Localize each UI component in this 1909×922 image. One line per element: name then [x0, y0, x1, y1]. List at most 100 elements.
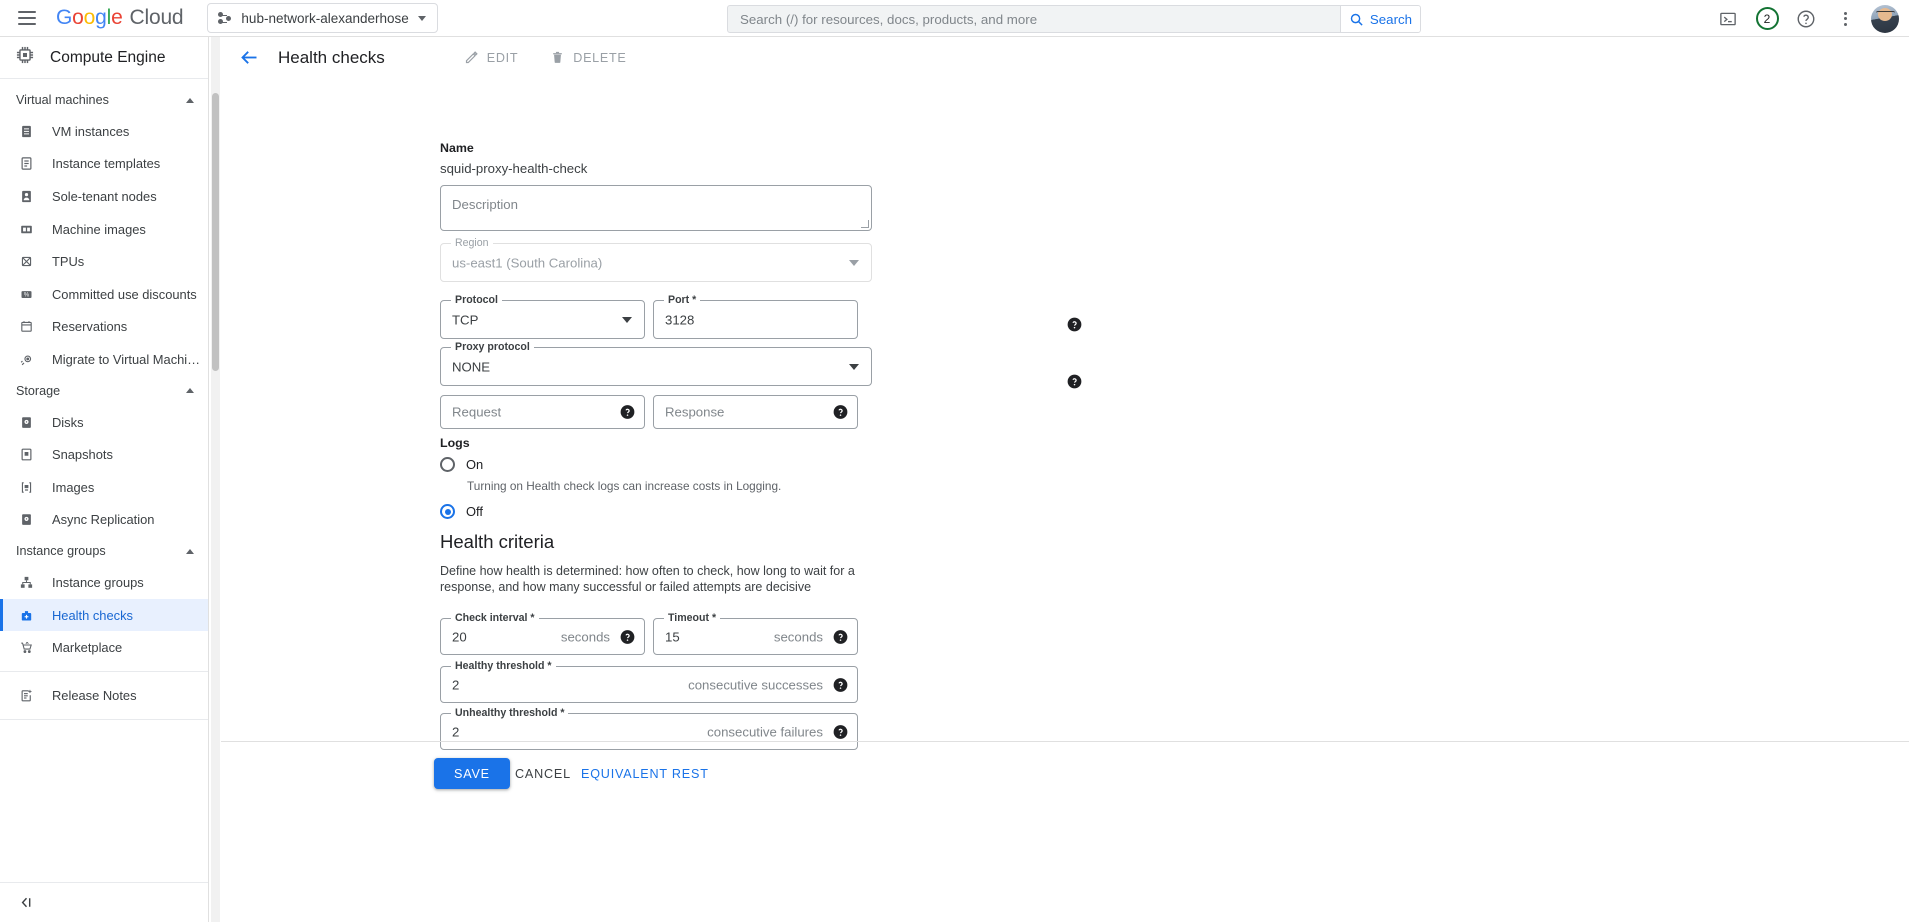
top-app-bar: Google Cloud hub-network-alexanderhose S…	[0, 0, 1909, 37]
region-label: Region	[451, 237, 493, 249]
delete-button[interactable]: DELETE	[540, 42, 636, 74]
kebab-menu-icon[interactable]	[1828, 2, 1862, 36]
cancel-button[interactable]: CANCEL	[505, 758, 581, 789]
unhealthy-threshold-help-icon[interactable]	[833, 724, 848, 739]
page-title: Health checks	[278, 47, 385, 67]
logs-radio-on[interactable]: On	[440, 457, 483, 472]
project-nodes-icon	[218, 11, 232, 25]
sidebar-item-sole-tenant-nodes[interactable]: Sole-tenant nodes	[0, 180, 208, 213]
check-interval-label: Check interval *	[451, 612, 539, 624]
notifications-button[interactable]: 2	[1750, 2, 1784, 36]
edit-button[interactable]: EDIT	[454, 42, 529, 74]
sidebar-item-migrate-to-virtual-machines[interactable]: Migrate to Virtual Machin…	[0, 343, 208, 376]
back-arrow-icon[interactable]	[229, 47, 269, 68]
logs-on-hint: Turning on Health check logs can increas…	[467, 479, 782, 493]
sidebar-item-committed-use-discounts[interactable]: % Committed use discounts	[0, 278, 208, 311]
nav-group-instance-groups[interactable]: Instance groups	[0, 536, 208, 566]
sidebar-item-release-notes[interactable]: Release Notes	[0, 679, 208, 712]
sidebar-item-machine-images[interactable]: Machine images	[0, 213, 208, 246]
description-field[interactable]: Description	[440, 185, 872, 231]
sidebar-item-disks[interactable]: Disks	[0, 406, 208, 439]
help-circle-icon[interactable]	[1789, 2, 1823, 36]
collapse-panel-button[interactable]	[0, 882, 208, 922]
notifications-count: 2	[1755, 7, 1779, 30]
chevron-down-icon[interactable]	[622, 316, 632, 323]
chevron-down-icon[interactable]	[849, 363, 859, 370]
port-help-icon[interactable]	[1067, 374, 1082, 389]
region-value: us-east1 (South Carolina)	[452, 255, 603, 270]
delete-button-label: DELETE	[573, 50, 627, 65]
collapse-panel-icon	[21, 897, 31, 908]
unhealthy-threshold-value: 2	[452, 724, 460, 739]
sidebar-divider	[0, 670, 208, 672]
topbar-actions: 2	[1711, 0, 1899, 37]
sidebar-item-snapshots[interactable]: Snapshots	[0, 438, 208, 471]
equivalent-rest-button[interactable]: EQUIVALENT REST	[571, 758, 719, 789]
terminal-icon[interactable]	[1711, 2, 1745, 36]
sidebar-item-marketplace[interactable]: Marketplace	[0, 631, 208, 664]
timeout-label: Timeout *	[664, 612, 721, 624]
nav-group-label: Storage	[16, 383, 61, 398]
global-search[interactable]: Search	[727, 5, 1421, 33]
instance-group-icon	[18, 574, 35, 591]
sidebar-item-label: TPUs	[52, 254, 85, 270]
request-field[interactable]: Request	[440, 395, 645, 429]
sidebar-item-health-checks[interactable]: Health checks	[0, 598, 208, 632]
timeout-help-icon[interactable]	[833, 629, 848, 644]
proxy-protocol-select[interactable]: Proxy protocol NONE	[440, 341, 872, 386]
nav-group-storage[interactable]: Storage	[0, 376, 208, 406]
sidebar-item-label: Marketplace	[52, 640, 123, 656]
region-help-icon[interactable]	[1067, 317, 1082, 332]
async-replication-icon	[18, 511, 35, 528]
unhealthy-threshold-label: Unhealthy threshold *	[451, 707, 569, 719]
healthy-threshold-help-icon[interactable]	[833, 677, 848, 692]
google-cloud-logo[interactable]: Google Cloud	[56, 6, 184, 30]
user-avatar[interactable]	[1871, 4, 1899, 33]
machine-image-icon	[18, 221, 35, 238]
sidebar-item-vm-instances[interactable]: VM instances	[0, 115, 208, 148]
search-input[interactable]	[728, 6, 1340, 32]
logs-radio-off[interactable]: Off	[440, 504, 483, 519]
nav-group-virtual-machines[interactable]: Virtual machines	[0, 85, 208, 115]
protocol-select[interactable]: Protocol TCP	[440, 294, 645, 339]
name-value: squid-proxy-health-check	[440, 161, 588, 176]
page-header: Health checks EDIT DELETE	[221, 37, 1909, 79]
project-picker[interactable]: hub-network-alexanderhose	[207, 3, 438, 33]
radio-checked-icon[interactable]	[440, 504, 455, 519]
check-interval-field[interactable]: Check interval * 20 seconds	[440, 612, 645, 655]
pencil-icon	[465, 51, 478, 64]
sidebar-item-tpus[interactable]: TPUs	[0, 245, 208, 278]
save-button[interactable]: SAVE	[434, 758, 510, 789]
request-help-icon[interactable]	[620, 405, 635, 420]
sidebar-item-instance-groups[interactable]: Instance groups	[0, 566, 208, 599]
chevron-up-icon	[186, 548, 194, 554]
sidebar-item-images[interactable]: Images	[0, 471, 208, 504]
hamburger-icon[interactable]	[8, 0, 46, 37]
sidebar-item-label: Reservations	[52, 319, 128, 335]
response-field[interactable]: Response	[653, 395, 858, 429]
sidebar-item-label: Health checks	[52, 607, 133, 623]
port-field[interactable]: Port * 3128	[653, 294, 858, 339]
protocol-value: TCP	[452, 312, 479, 327]
radio-unchecked-icon[interactable]	[440, 457, 455, 472]
sidebar-item-label: Snapshots	[52, 447, 113, 463]
product-header[interactable]: Compute Engine	[0, 37, 208, 79]
sidebar-item-instance-templates[interactable]: Instance templates	[0, 148, 208, 181]
port-value: 3128	[665, 312, 695, 327]
sidebar-item-label: VM instances	[52, 123, 130, 139]
tpu-icon	[18, 253, 35, 270]
scrollbar-thumb[interactable]	[212, 93, 219, 371]
healthy-threshold-field[interactable]: Healthy threshold * 2 consecutive succes…	[440, 660, 858, 703]
timeout-field[interactable]: Timeout * 15 seconds	[653, 612, 858, 655]
search-button[interactable]: Search	[1340, 6, 1420, 32]
instance-template-icon	[18, 155, 35, 172]
proxy-protocol-value: NONE	[452, 359, 491, 374]
logs-on-label: On	[466, 457, 484, 472]
sidebar-item-reservations[interactable]: Reservations	[0, 311, 208, 344]
form-actions: SAVE CANCEL EQUIVALENT REST	[221, 741, 1909, 801]
sidebar-item-async-replication[interactable]: Async Replication	[0, 504, 208, 537]
check-interval-help-icon[interactable]	[620, 629, 635, 644]
content-scrollbar[interactable]	[211, 37, 220, 922]
resize-handle-icon[interactable]	[861, 220, 869, 228]
response-help-icon[interactable]	[833, 405, 848, 420]
